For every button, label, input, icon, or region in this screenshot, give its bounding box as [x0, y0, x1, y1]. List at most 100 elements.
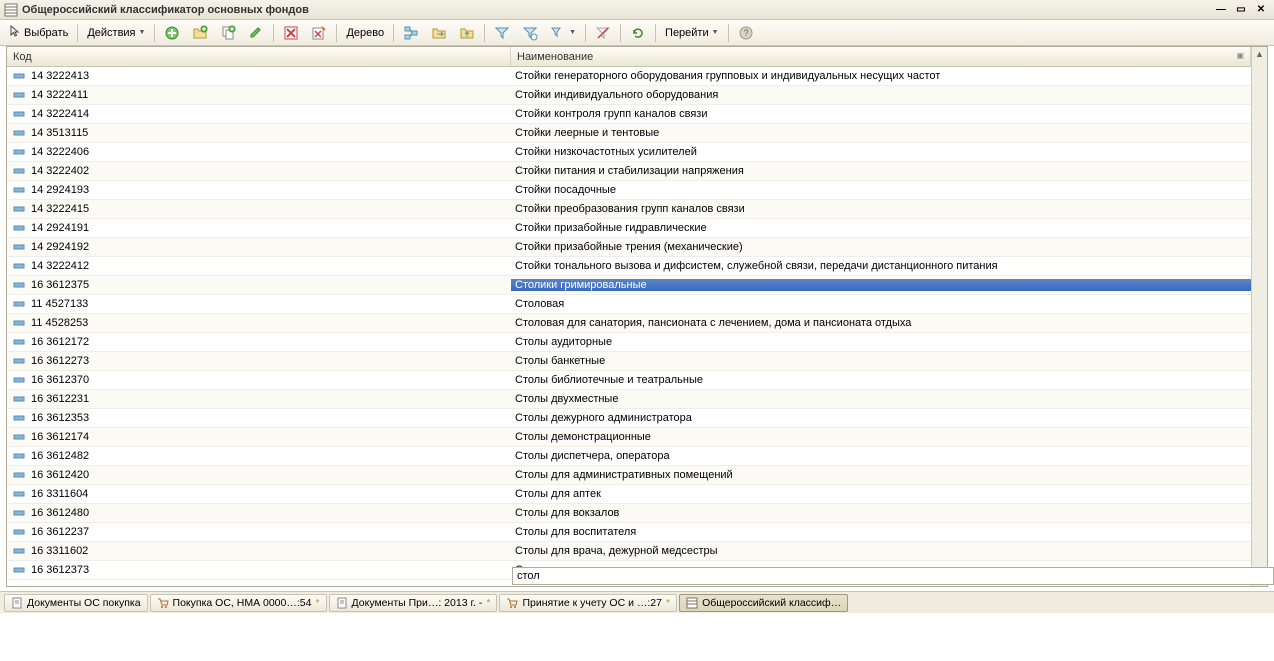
cursor-icon	[9, 25, 21, 40]
data-grid: Код Наименование ▣ 14 3222413Стойки гене…	[6, 46, 1268, 587]
column-header-name-label: Наименование	[517, 51, 593, 63]
cell-name: Стойки посадочные	[511, 184, 1251, 196]
window-tab[interactable]: Общероссийский классиф…	[679, 594, 848, 612]
item-icon	[13, 148, 27, 156]
select-button[interactable]: Выбрать	[4, 23, 73, 43]
code-value: 16 3612420	[31, 469, 89, 481]
cell-name: Стойки низкочастотных усилителей	[511, 146, 1251, 158]
table-row[interactable]: 16 3612375Столики гримировальные	[7, 276, 1251, 295]
filter-off-button[interactable]	[590, 23, 616, 43]
table-row[interactable]: 14 3222402 Стойки питания и стабилизации …	[7, 162, 1251, 181]
filter1-button[interactable]	[489, 23, 515, 43]
item-icon	[13, 72, 27, 80]
cell-name: Стойки питания и стабилизации напряжения	[511, 165, 1251, 177]
table-row[interactable]: 14 3513115Стойки леерные и тентовые	[7, 124, 1251, 143]
vertical-scrollbar[interactable]: ▲ ▼	[1251, 47, 1267, 586]
delete-button[interactable]	[278, 23, 304, 43]
table-row[interactable]: 14 3222406Стойки низкочастотных усилител…	[7, 143, 1251, 162]
actions-label: Действия	[87, 27, 135, 39]
window-controls: — ▭ ✕	[1212, 3, 1270, 17]
level-up-button[interactable]	[454, 23, 480, 43]
code-value: 16 3612373	[31, 564, 89, 576]
close-button[interactable]: ✕	[1252, 3, 1270, 17]
table-row[interactable]: 16 3612174Столы демонстрационные	[7, 428, 1251, 447]
table-row[interactable]: 16 3612231Столы двухместные	[7, 390, 1251, 409]
code-value: 14 3222402	[31, 165, 89, 177]
move-button[interactable]	[426, 23, 452, 43]
separator	[484, 24, 485, 42]
code-value: 16 3311602	[31, 545, 88, 557]
table-row[interactable]: 14 3222412Стойки тонального вызова и диф…	[7, 257, 1251, 276]
code-value: 11 4527133	[31, 298, 88, 310]
code-value: 11 4528253	[31, 317, 88, 329]
chevron-down-icon: ▼	[569, 29, 576, 36]
search-input[interactable]: стол	[512, 567, 1274, 585]
svg-text:?: ?	[743, 28, 748, 38]
maximize-button[interactable]: ▭	[1232, 3, 1250, 17]
help-button[interactable]: ?	[733, 23, 759, 43]
tab-label: Принятие к учету ОС и …:27	[522, 597, 662, 609]
table-row[interactable]: 16 3311602Столы для врача, дежурной медс…	[7, 542, 1251, 561]
modified-star-icon: *	[486, 597, 490, 609]
item-icon	[13, 452, 27, 460]
search-value: стол	[517, 570, 540, 582]
table-row[interactable]: 16 3612370Столы библиотечные и театральн…	[7, 371, 1251, 390]
table-row[interactable]: 16 3612353Столы дежурного администратора	[7, 409, 1251, 428]
cell-name: Стойки контроля групп каналов связи	[511, 108, 1251, 120]
table-row[interactable]: 14 2924193Стойки посадочные	[7, 181, 1251, 200]
tree-button[interactable]: Дерево	[341, 23, 389, 43]
table-row[interactable]: 14 2924191Стойки призабойные гидравличес…	[7, 219, 1251, 238]
scroll-up-icon[interactable]: ▲	[1255, 49, 1264, 59]
actions-button[interactable]: Действия ▼	[82, 23, 150, 43]
table-row[interactable]: 16 3612482Столы диспетчера, оператора	[7, 447, 1251, 466]
status-area	[0, 613, 1274, 661]
window-tab[interactable]: Документы При…: 2013 г. - *	[329, 594, 498, 612]
code-value: 16 3612353	[31, 412, 89, 424]
table-row[interactable]: 14 3222414Стойки контроля групп каналов …	[7, 105, 1251, 124]
table-row[interactable]: 14 3222413Стойки генераторного оборудова…	[7, 67, 1251, 86]
code-value: 16 3612231	[31, 393, 89, 405]
cell-name: Столы библиотечные и театральные	[511, 374, 1251, 386]
cell-name: Стойки индивидуального оборудования	[511, 89, 1251, 101]
code-value: 14 3222413	[31, 70, 89, 82]
chevron-down-icon: ▼	[139, 29, 146, 36]
column-header-code[interactable]: Код	[7, 47, 511, 66]
minimize-button[interactable]: —	[1212, 3, 1230, 17]
hierarchy-button[interactable]	[398, 23, 424, 43]
column-header-name[interactable]: Наименование ▣	[511, 47, 1251, 66]
modified-star-icon: *	[315, 597, 319, 609]
table-row[interactable]: 16 3612237Столы для воспитателя	[7, 523, 1251, 542]
cell-code: 14 3222412	[7, 260, 511, 272]
filter-group-button[interactable]: ▼	[545, 23, 581, 43]
edit-button[interactable]	[243, 23, 269, 43]
table-row[interactable]: 16 3612420Столы для административных пом…	[7, 466, 1251, 485]
window-tab[interactable]: Документы ОС покупка	[4, 594, 148, 612]
refresh-button[interactable]	[625, 23, 651, 43]
table-row[interactable]: 11 4527133 Столовая	[7, 295, 1251, 314]
copy-button[interactable]	[215, 23, 241, 43]
table-row[interactable]: 16 3311604Столы для аптек	[7, 485, 1251, 504]
cell-name: Столы для воспитателя	[511, 526, 1251, 538]
window-tab[interactable]: Покупка ОС, НМА 0000…:54 *	[150, 594, 327, 612]
table-row[interactable]: 16 3612172Столы аудиторные	[7, 333, 1251, 352]
item-icon	[13, 281, 27, 289]
window-tab[interactable]: Принятие к учету ОС и …:27 *	[499, 594, 677, 612]
cell-name: Стойки леерные и тентовые	[511, 127, 1251, 139]
goto-button[interactable]: Перейти▼	[660, 23, 724, 43]
item-icon	[13, 395, 27, 403]
cell-code: 14 2924193	[7, 184, 511, 196]
add-group-button[interactable]	[187, 23, 213, 43]
add-button[interactable]	[159, 23, 185, 43]
table-row[interactable]: 16 3612273Столы банкетные	[7, 352, 1251, 371]
table-row[interactable]: 11 4528253Столовая для санатория, пансио…	[7, 314, 1251, 333]
cell-code: 16 3612174	[7, 431, 511, 443]
table-row[interactable]: 14 3222411Стойки индивидуального оборудо…	[7, 86, 1251, 105]
cell-name: Столовая	[511, 298, 1251, 310]
item-icon	[13, 319, 27, 327]
table-row[interactable]: 14 3222415Стойки преобразования групп ка…	[7, 200, 1251, 219]
table-row[interactable]: 14 2924192Стойки призабойные трения (мех…	[7, 238, 1251, 257]
table-row[interactable]: 16 3612480Столы для вокзалов	[7, 504, 1251, 523]
filter2-button[interactable]	[517, 23, 543, 43]
code-value: 16 3612172	[31, 336, 89, 348]
mark-delete-button[interactable]	[306, 23, 332, 43]
